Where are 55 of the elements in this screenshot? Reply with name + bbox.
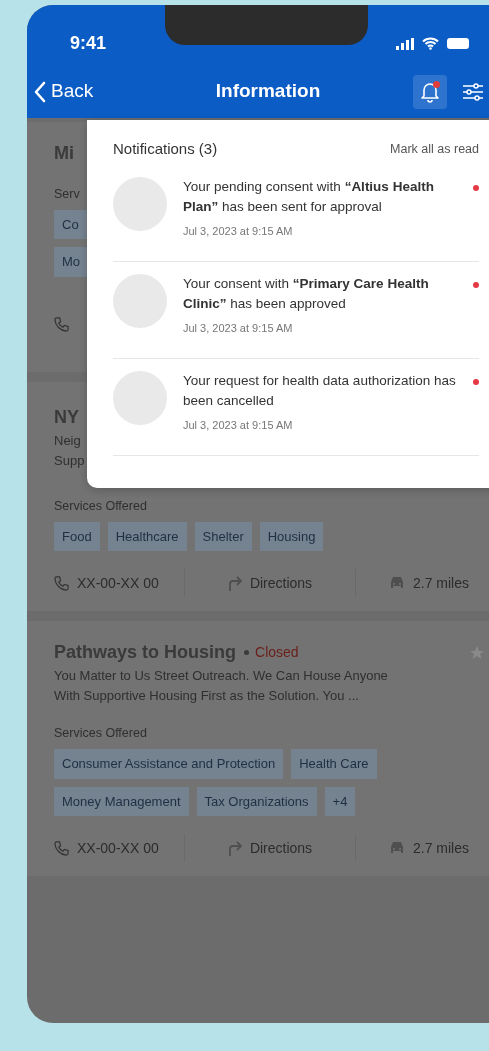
wifi-icon [422,37,439,50]
description-line: You Matter to Us Street Outreach. We Can House Anyone [54,667,388,686]
service-tag: Consumer Assistance and Protection [54,749,284,779]
service-tag: Shelter [194,521,252,552]
services-label: Serv [54,186,80,203]
listing-title: Mi [54,142,74,165]
phone-number: XX-00-XX 00 [77,838,159,858]
phone-number: XX-00-XX 00 [77,573,159,593]
mark-all-read-button[interactable]: Mark all as read [390,139,479,159]
service-tag: Co [54,209,87,240]
notification-time: Jul 3, 2023 at 9:15 AM [183,223,294,239]
bell-icon [420,80,440,103]
service-tag: +4 [324,786,356,816]
phone-icon [54,840,69,856]
back-button[interactable]: Back [33,77,94,106]
notification-item[interactable]: Your request for health data authorization has been cancelled Jul 3, 2023 at 9:15 AM [113,358,479,456]
description-line: With Supportive Housing First as the Solution. You ... [54,687,359,706]
service-tag: Healthcare [107,521,187,552]
services-label: Services Offered [54,725,147,743]
notification-item[interactable]: Your consent with “Primary Care Health Clinic” has been approved Jul 3, 2023 at 9:15 AM [113,261,479,359]
notification-bell-button[interactable] [413,74,447,109]
description-line: Neig [54,432,81,450]
turn-right-arrow-icon [227,840,242,856]
chevron-left-icon [33,80,47,103]
phone-icon [54,575,69,591]
notification-message: Your request for health data authorization has been cancelled [183,371,457,410]
phone-icon [54,316,69,332]
signal-icon [396,37,414,50]
service-tag: Health Care [291,749,377,779]
filter-icon[interactable] [463,82,483,101]
service-tag: Housing [259,521,324,552]
service-tag: Tax Organizations [196,786,317,816]
status-dot-icon [244,650,250,656]
distance-text: 2.7 miles [412,573,469,593]
car-icon [388,841,405,855]
service-tag: Money Management [54,786,189,816]
notifications-title: Notifications (3) [113,139,218,159]
notification-message: Your pending consent with “Altius Health Plan” has been sent for approval [183,177,435,216]
notification-time: Jul 3, 2023 at 9:15 AM [183,417,294,433]
distance-text: 2.7 miles [412,838,469,858]
service-tag: Food [54,521,100,552]
status-label: Closed [255,643,299,663]
listing-title: Pathways to Housing [54,641,237,665]
car-icon [388,576,405,591]
turn-right-arrow-icon [227,575,242,591]
services-label: Services Offered [54,498,147,515]
notification-time: Jul 3, 2023 at 9:15 AM [183,320,294,336]
notification-message: Your consent with “Primary Care Health Clinic” has been approved [183,274,430,313]
service-tag: Mo [54,247,89,277]
description-line: Supp [54,452,85,470]
status-time: 9:41 [70,32,107,55]
page-title: Information [214,80,321,102]
battery-icon [447,38,469,49]
notification-item[interactable]: Your pending consent with “Altius Health Plan” has been sent for approval Jul 3, 2023 at 9:15 AM [113,164,479,262]
listing-title: NY [54,406,79,429]
